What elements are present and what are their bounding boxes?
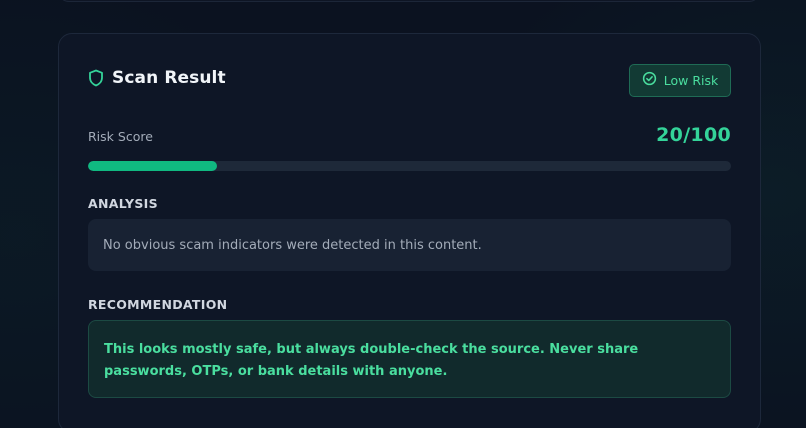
risk-score-value: 20/100 xyxy=(656,124,731,146)
risk-score-row: Risk Score 20/100 xyxy=(88,124,731,150)
risk-score-bar xyxy=(88,161,731,171)
recommendation-text: This looks mostly safe, but always doubl… xyxy=(104,342,639,379)
risk-level-badge: Low Risk xyxy=(629,64,731,97)
recommendation-heading: RECOMMENDATION xyxy=(88,297,228,312)
risk-score-label: Risk Score xyxy=(88,129,153,144)
card-title: Scan Result xyxy=(112,68,226,88)
recommendation-box: This looks mostly safe, but always doubl… xyxy=(88,320,731,398)
analysis-text: No obvious scam indicators were detected… xyxy=(103,237,482,253)
analysis-heading: ANALYSIS xyxy=(88,196,158,211)
analysis-box: No obvious scam indicators were detected… xyxy=(88,219,731,271)
shield-icon xyxy=(88,69,104,87)
card-header: Scan Result Low Risk xyxy=(88,64,731,100)
previous-card xyxy=(58,0,760,2)
scan-result-card: Scan Result Low Risk Risk Score 20/100 A… xyxy=(58,33,761,428)
risk-score-bar-fill xyxy=(88,161,217,171)
check-circle-icon xyxy=(642,71,657,90)
title-group: Scan Result xyxy=(88,68,226,88)
badge-label: Low Risk xyxy=(663,73,719,88)
